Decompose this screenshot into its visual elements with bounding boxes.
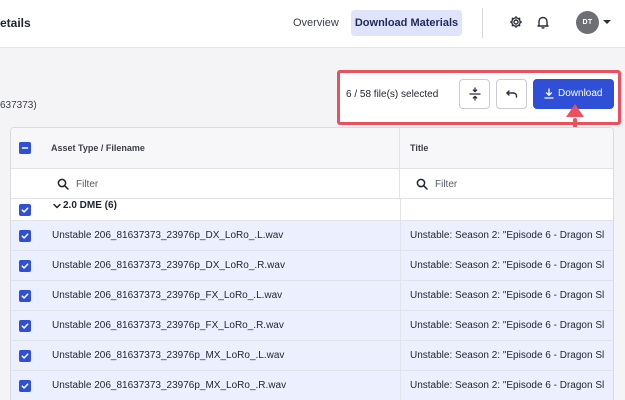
search-icon [416,178,428,190]
row-filename: Unstable 206_81637373_23976p_FX_LoRo_.R.… [52,320,284,331]
download-button-label: Download [558,88,603,99]
avatar[interactable]: DT [576,11,599,34]
table-row[interactable]: Unstable 206_81637373_23976p_DX_LoRo_.R.… [11,251,613,281]
row-checkbox[interactable] [19,230,31,242]
app-header: etails Overview Download Materials DT [0,0,625,48]
column-divider [400,221,401,251]
column-divider [400,341,401,371]
collapse-all-button[interactable] [459,79,490,109]
table-row[interactable]: Unstable 206_81637373_23976p_MX_LoRo_.L.… [11,341,613,371]
column-divider [400,199,401,221]
row-filename: Unstable 206_81637373_23976p_DX_LoRo_.L.… [52,230,284,241]
row-checkbox[interactable] [19,380,31,392]
asset-filter-input[interactable] [76,176,216,192]
column-divider [400,371,401,400]
row-title: Unstable: Season 2: "Episode 6 - Dragon … [410,290,605,301]
search-icon [57,178,69,190]
title-id-text: 637373) [0,100,37,111]
select-all-checkbox[interactable] [19,142,31,154]
row-title: Unstable: Season 2: "Episode 6 - Dragon … [410,230,605,241]
selection-count: 6 / 58 file(s) selected [346,89,439,100]
row-title: Unstable: Season 2: "Episode 6 - Dragon … [410,350,605,361]
table-row[interactable]: Unstable 206_81637373_23976p_FX_LoRo_.R.… [11,311,613,341]
table-row[interactable]: Unstable 206_81637373_23976p_FX_LoRo_.L.… [11,281,613,311]
column-divider [400,281,401,311]
table-row[interactable]: Unstable 206_81637373_23976p_MX_LoRo_.R.… [11,371,613,400]
gear-icon[interactable] [509,15,523,29]
tab-download-materials[interactable]: Download Materials [351,10,462,36]
column-divider [400,251,401,281]
chevron-down-icon[interactable] [603,20,611,24]
download-icon [544,88,554,99]
page-title: etails [0,16,31,30]
title-filter [400,169,613,199]
annotation-arrow-head [566,104,584,117]
bell-icon[interactable] [536,15,550,29]
files-table: Asset Type / Filename Title 2.0 DME (6) [10,127,614,400]
asset-filter [41,169,400,199]
row-title: Unstable: Season 2: "Episode 6 - Dragon … [410,320,605,331]
row-checkbox[interactable] [19,320,31,332]
undo-icon [506,90,518,98]
row-checkbox[interactable] [19,350,31,362]
row-title: Unstable: Season 2: "Episode 6 - Dragon … [410,260,605,271]
row-title: Unstable: Season 2: "Episode 6 - Dragon … [410,380,605,391]
header-divider [482,8,483,38]
row-filename: Unstable 206_81637373_23976p_FX_LoRo_.L.… [52,290,283,301]
group-label: 2.0 DME (6) [63,200,117,211]
chevron-down-icon[interactable] [53,202,61,210]
row-checkbox[interactable] [19,290,31,302]
group-row[interactable]: 2.0 DME (6) [11,199,613,221]
table-row[interactable]: Unstable 206_81637373_23976p_DX_LoRo_.L.… [11,221,613,251]
collapse-icon [469,87,481,101]
row-filename: Unstable 206_81637373_23976p_MX_LoRo_.R.… [52,380,287,391]
header-checkbox-cell [11,128,41,169]
filter-row [11,169,613,199]
tab-overview[interactable]: Overview [283,10,349,36]
row-filename: Unstable 206_81637373_23976p_MX_LoRo_.L.… [52,350,285,361]
undo-button[interactable] [496,79,527,109]
row-filename: Unstable 206_81637373_23976p_DX_LoRo_.R.… [52,260,285,271]
column-divider [400,311,401,341]
column-header-title[interactable]: Title [400,128,613,169]
row-checkbox[interactable] [19,260,31,272]
group-checkbox[interactable] [19,204,31,216]
title-filter-input[interactable] [435,176,575,192]
column-header-asset[interactable]: Asset Type / Filename [41,128,400,169]
